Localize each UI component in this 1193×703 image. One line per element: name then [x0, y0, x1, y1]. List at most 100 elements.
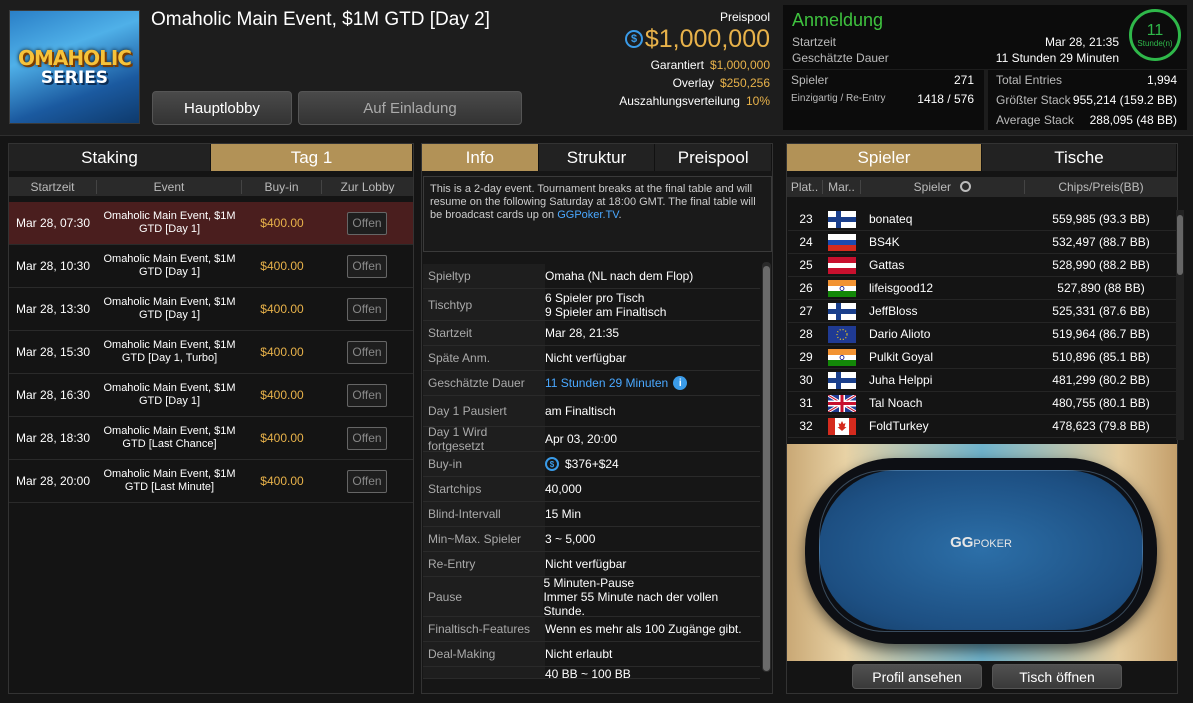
open-lobby-button[interactable]: Offen	[347, 426, 387, 450]
info-row: Tischtyp 6 Spieler pro Tisch 9 Spieler am …	[423, 289, 760, 321]
tab-tische[interactable]: Tische	[982, 144, 1177, 171]
tab-staking[interactable]: Staking	[9, 144, 211, 171]
player-name: Juha Helppi	[869, 373, 933, 387]
open-lobby-button[interactable]: Offen	[347, 340, 387, 364]
flight-time: Mar 28, 10:30	[15, 259, 91, 273]
players-scrollbar[interactable]	[1176, 210, 1184, 440]
player-row[interactable]: 24 BS4K 532,497 (88.7 BB)	[788, 231, 1176, 254]
tab-info[interactable]: Info	[422, 144, 539, 171]
info-value: Wenn es mehr als 100 Zugänge gibt.	[545, 622, 742, 636]
player-place: 25	[799, 258, 813, 272]
info-row: Startzeit Mar 28, 21:35	[423, 321, 760, 346]
scroll-thumb[interactable]	[763, 266, 770, 671]
info-row: Späte Anm. Nicht verfügbar	[423, 346, 760, 371]
flight-row[interactable]: Mar 28, 16:30 Omaholic Main Event, $1M GT…	[9, 374, 413, 417]
player-row[interactable]: 30 Juha Helppi 481,299 (80.2 BB)	[788, 369, 1176, 392]
player-row[interactable]: 23 bonateq 559,985 (93.3 BB)	[788, 208, 1176, 231]
info-value: Mar 28, 21:35	[545, 326, 620, 340]
flight-row[interactable]: Mar 28, 15:30 Omaholic Main Event, $1M GT…	[9, 331, 413, 374]
player-chips: 559,985 (93.3 BB)	[1052, 212, 1150, 226]
logo-text-line1: OMAHOLIC	[18, 46, 132, 70]
info-value: Nicht verfügbar	[545, 351, 627, 365]
open-lobby-button[interactable]: Offen	[347, 211, 387, 235]
col-flag[interactable]: Mar..	[823, 180, 861, 194]
flight-row[interactable]: Mar 28, 18:30 Omaholic Main Event, $1M GT…	[9, 417, 413, 460]
player-row[interactable]: 32 FoldTurkey 478,623 (79.8 BB)	[788, 415, 1176, 438]
player-row[interactable]: 29 Pulkit Goyal 510,896 (85.1 BB)	[788, 346, 1176, 369]
info-row: Blind-Intervall 15 Min	[423, 502, 760, 527]
flight-row[interactable]: Mar 28, 13:30 Omaholic Main Event, $1M GT…	[9, 288, 413, 331]
col-player[interactable]: Spieler	[861, 180, 1025, 194]
main-lobby-button[interactable]: Hauptlobby	[152, 91, 292, 125]
players-tabbar: Spieler Tische	[787, 144, 1177, 171]
flight-event: Omaholic Main Event, $1M GTD [Day 1]	[103, 382, 236, 407]
player-place: 31	[799, 396, 813, 410]
flights-header: Startzeit Event Buy-in Zur Lobby	[9, 177, 413, 196]
info-value: 40 BB ~ 100 BB	[545, 667, 631, 679]
stat-label: Spieler	[791, 73, 829, 87]
flight-row[interactable]: Mar 28, 20:00 Omaholic Main Event, $1M GT…	[9, 460, 413, 503]
invite-button[interactable]: Auf Einladung	[298, 91, 522, 125]
guaranteed-row: Garantiert $1,000,000	[650, 58, 770, 72]
tab-struktur[interactable]: Struktur	[538, 144, 656, 171]
player-row[interactable]: 27 JeffBloss 525,331 (87.6 BB)	[788, 300, 1176, 323]
info-tabbar: Info Struktur Preispool	[422, 144, 773, 171]
players-header: Plat.. Mar.. Spieler Chips/Preis(BB)	[787, 177, 1177, 197]
info-value: Nicht erlaubt	[545, 647, 613, 661]
info-scrollbar[interactable]	[762, 262, 771, 672]
col-buyin[interactable]: Buy-in	[242, 179, 322, 194]
player-chips: 478,623 (79.8 BB)	[1052, 419, 1150, 433]
info-key: Finaltisch-Features	[423, 617, 545, 641]
col-startzeit[interactable]: Startzeit	[9, 179, 97, 194]
gg-logo-text: POKER	[973, 538, 1012, 550]
info-value: Nicht verfügbar	[545, 557, 627, 571]
felt-line	[819, 470, 1143, 632]
flight-row[interactable]: Mar 28, 10:30 Omaholic Main Event, $1M GT…	[9, 245, 413, 288]
tab-tag1[interactable]: Tag 1	[211, 144, 413, 171]
player-row[interactable]: 25 Gattas 528,990 (88.2 BB)	[788, 254, 1176, 277]
ggpoker-logo: GGPOKER	[805, 534, 1157, 551]
player-row[interactable]: 28 Dario Alioto 519,964 (86.7 BB)	[788, 323, 1176, 346]
col-lobby[interactable]: Zur Lobby	[322, 180, 413, 194]
omaholic-series-logo: OMAHOLIC SERIES	[9, 10, 140, 124]
at-flag-icon	[828, 256, 856, 274]
open-lobby-button[interactable]: Offen	[347, 254, 387, 278]
col-chips[interactable]: Chips/Preis(BB)	[1025, 180, 1177, 194]
col-event[interactable]: Event	[97, 179, 242, 194]
info-icon[interactable]: i	[673, 376, 688, 390]
info-value: am Finaltisch	[545, 404, 616, 418]
player-name: BS4K	[869, 235, 900, 249]
info-key: Blind-Intervall	[423, 502, 545, 526]
ru-flag-icon	[828, 233, 856, 251]
flight-event: Omaholic Main Event, $1M GTD [Last Chanc…	[103, 425, 236, 450]
col-place[interactable]: Plat..	[787, 180, 823, 194]
stat-label: Average Stack	[996, 113, 1074, 127]
stat-value: 955,214 (159.2 BB)	[1072, 93, 1177, 107]
eu-flag-icon	[828, 325, 856, 343]
flight-row[interactable]: Mar 28, 07:30 Omaholic Main Event, $1M GT…	[9, 202, 413, 245]
open-lobby-button[interactable]: Offen	[347, 297, 387, 321]
flight-time: Mar 28, 18:30	[15, 431, 91, 445]
search-icon[interactable]	[960, 181, 972, 192]
fi-flag-icon	[828, 210, 856, 228]
players-scroll-thumb[interactable]	[1177, 215, 1183, 275]
player-place: 23	[799, 212, 813, 226]
view-profile-button[interactable]: Profil ansehen	[852, 664, 982, 689]
info-value: 40,000	[545, 482, 582, 496]
open-table-button[interactable]: Tisch öffnen	[992, 664, 1122, 689]
open-lobby-button[interactable]: Offen	[347, 469, 387, 493]
info-row: Day 1 Wird fortgesetzt Apr 03, 20:00	[423, 425, 760, 453]
tab-spieler[interactable]: Spieler	[787, 144, 982, 171]
player-chips: 528,990 (88.2 BB)	[1052, 258, 1150, 272]
player-row[interactable]: 26 lifeisgood12 527,890 (88 BB)	[788, 277, 1176, 300]
ggpoker-tv-link[interactable]: GGPoker.TV	[557, 209, 618, 221]
tab-preispool[interactable]: Preispool	[655, 144, 773, 171]
flight-event: Omaholic Main Event, $1M GTD [Day 1]	[103, 210, 236, 235]
player-row[interactable]: 31 Tal Noach 480,755 (80.1 BB)	[788, 392, 1176, 415]
stat-value: 1,994	[1146, 73, 1177, 87]
start-time-label: Startzeit	[792, 35, 837, 49]
open-lobby-button[interactable]: Offen	[347, 383, 387, 407]
poker-table: GGPOKER	[805, 458, 1157, 644]
info-value: 3 ~ 5,000	[545, 532, 596, 546]
player-name: Dario Alioto	[869, 327, 931, 341]
